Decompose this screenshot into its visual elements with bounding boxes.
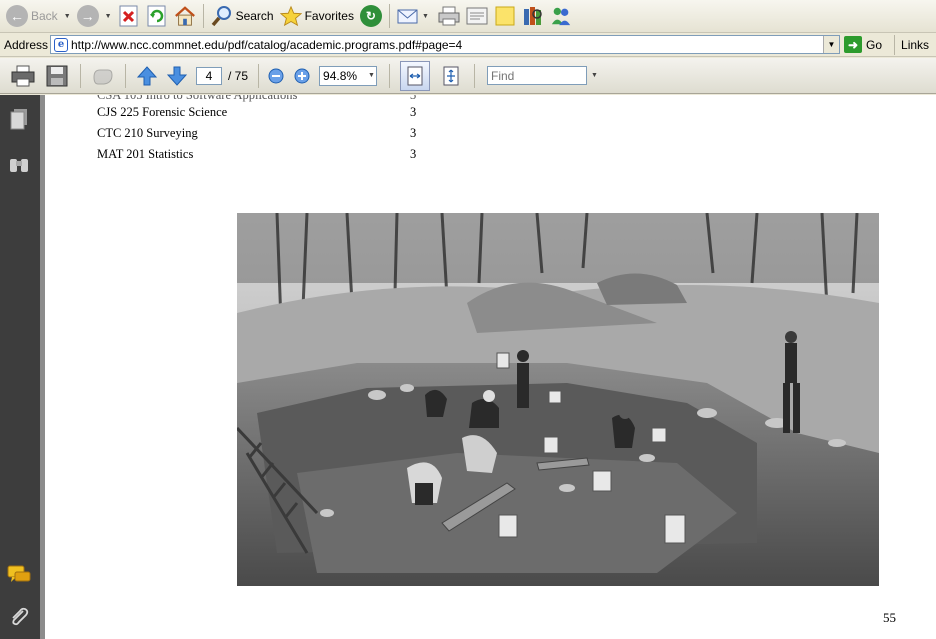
- stop-button[interactable]: [115, 2, 143, 30]
- search-button[interactable]: Search: [208, 2, 277, 30]
- comments-icon[interactable]: [7, 563, 31, 587]
- find-dropdown-icon[interactable]: ▼: [591, 72, 598, 79]
- address-label: Address: [4, 37, 49, 52]
- home-icon: [174, 5, 196, 27]
- zoom-in-icon[interactable]: [293, 65, 311, 87]
- go-button[interactable]: ➜ Go: [844, 36, 882, 53]
- print-icon[interactable]: [10, 63, 36, 89]
- browser-toolbar: ← Back ▼ → ▼ Search Favorites ↻ ▼: [0, 0, 936, 33]
- research-button[interactable]: [519, 2, 547, 30]
- fit-page-icon[interactable]: [436, 61, 466, 91]
- toolbar-separator: [894, 34, 896, 55]
- pdf-toolbar: / 75 ▼ ▼: [0, 58, 936, 94]
- find-field[interactable]: [487, 66, 588, 85]
- find-input[interactable]: [488, 68, 585, 83]
- back-icon: ←: [6, 5, 28, 27]
- refresh-icon: [146, 5, 168, 27]
- toolbar-separator: [125, 63, 126, 88]
- zoom-select[interactable]: ▼: [319, 65, 378, 86]
- previous-page-icon[interactable]: [136, 65, 158, 87]
- course-name: MAT 201 Statistics: [97, 147, 194, 161]
- links-button[interactable]: Links: [901, 38, 929, 52]
- mail-dropdown-icon[interactable]: ▼: [422, 13, 429, 20]
- print-button[interactable]: [435, 2, 463, 30]
- pdf-page: CSA 105 Intro to Software Applications 3…: [45, 95, 936, 639]
- toolbar-separator: [389, 63, 391, 88]
- course-credits: 3: [410, 105, 417, 119]
- excavation-photo: [237, 213, 879, 586]
- toolbar-separator: [474, 63, 476, 88]
- course-credits: 3: [410, 126, 417, 140]
- edit-button[interactable]: [463, 2, 491, 30]
- course-credits: 3: [410, 147, 417, 161]
- back-button[interactable]: ← Back: [3, 2, 61, 30]
- zoom-dropdown-icon[interactable]: ▼: [368, 72, 375, 79]
- toolbar-separator: [202, 4, 204, 28]
- fit-width-button[interactable]: [400, 60, 431, 91]
- home-button[interactable]: [171, 2, 199, 30]
- toolbar-separator: [80, 63, 81, 88]
- stop-icon: [118, 5, 140, 27]
- history-icon: ↻: [359, 5, 382, 27]
- toolbar-separator: [388, 4, 390, 28]
- research-icon: [522, 5, 544, 27]
- messenger-button[interactable]: [547, 2, 575, 30]
- edit-icon: [466, 5, 488, 27]
- page-number: 55: [883, 610, 896, 625]
- discuss-button[interactable]: [491, 2, 519, 30]
- address-url[interactable]: http://www.ncc.commnet.edu/pdf/catalog/a…: [71, 38, 462, 52]
- discuss-icon: [494, 5, 516, 27]
- messenger-icon: [550, 5, 572, 27]
- document-area: CSA 105 Intro to Software Applications 3…: [40, 95, 936, 639]
- page-icon: e: [54, 37, 68, 52]
- address-dropdown-icon[interactable]: ▼: [823, 36, 839, 53]
- save-icon[interactable]: [44, 63, 70, 89]
- favorites-button[interactable]: Favorites: [277, 2, 357, 30]
- history-button[interactable]: ↻: [357, 2, 385, 30]
- forward-dropdown-icon[interactable]: ▼: [105, 13, 112, 20]
- zoom-input[interactable]: [320, 67, 365, 84]
- toolbar-separator: [258, 63, 260, 88]
- address-input[interactable]: e http://www.ncc.commnet.edu/pdf/catalog…: [50, 35, 840, 54]
- mail-button[interactable]: ▼: [394, 2, 435, 30]
- course-credits: 3: [410, 95, 417, 102]
- print-icon: [438, 5, 460, 27]
- course-name: CTC 210 Surveying: [97, 126, 198, 140]
- forward-icon: →: [76, 5, 99, 27]
- mail-icon: [397, 5, 419, 27]
- favorites-icon: [279, 5, 302, 27]
- fit-width-icon: [407, 66, 423, 85]
- page-number-input[interactable]: [196, 66, 222, 85]
- course-name: CSA 105 Intro to Software Applications: [97, 95, 298, 102]
- course-name: CJS 225 Forensic Science: [97, 105, 228, 119]
- search-icon: [211, 5, 233, 27]
- refresh-button[interactable]: [143, 2, 171, 30]
- go-arrow-icon: ➜: [844, 36, 862, 53]
- zoom-out-icon[interactable]: [267, 65, 285, 87]
- binoculars-icon[interactable]: [7, 152, 31, 176]
- hand-tool-icon[interactable]: [89, 63, 115, 89]
- page-total: / 75: [228, 68, 249, 83]
- go-label: Go: [866, 37, 883, 52]
- attachments-icon[interactable]: [7, 605, 31, 629]
- address-bar: Address e http://www.ncc.commnet.edu/pdf…: [0, 33, 936, 57]
- pages-icon[interactable]: [7, 107, 31, 131]
- forward-button[interactable]: →: [74, 2, 102, 30]
- back-dropdown-icon[interactable]: ▼: [64, 13, 71, 20]
- navigation-pane: [0, 95, 40, 639]
- next-page-icon[interactable]: [166, 65, 188, 87]
